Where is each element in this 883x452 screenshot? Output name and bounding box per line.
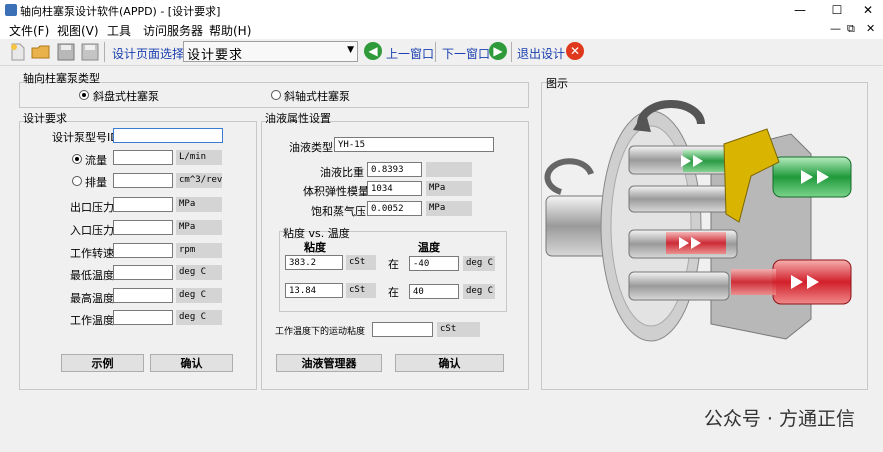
density-input[interactable]: 0.8393 [367,162,422,177]
menu-tools[interactable]: 工具 [107,22,131,39]
speed-label: 工作转速 [70,247,114,260]
title-bar: 轴向柱塞泵设计软件(APPD) - [设计要求] — ☐ ✕ [0,0,883,20]
speed-unit: rpm [176,243,222,258]
oil-panel-title: 油液属性设置 [265,112,331,125]
work-temp-input[interactable] [113,310,173,325]
maximize-button[interactable]: ☐ [822,0,852,20]
work-viscosity-label: 工作温度下的运动粘度 [275,327,366,337]
page-select-value: 设计要求 [187,48,244,63]
work-viscosity-unit: cSt [437,322,480,337]
model-id-label: 设计泵型号ID [52,131,119,144]
prev-window-button[interactable]: 上一窗口 [386,45,434,62]
save-all-icon[interactable] [80,42,100,62]
save-icon[interactable] [56,42,76,62]
viscosity-unit-2: cSt [346,283,376,298]
vapor-pressure-label: 饱和蒸气压 [311,205,366,218]
model-id-input[interactable] [113,128,223,143]
arrow-left-icon[interactable]: ◀ [364,42,382,60]
flow-unit: L/min [176,150,222,165]
max-temp-label: 最高温度 [70,292,114,305]
outlet-pressure-label: 出口压力 [70,201,114,214]
viscosity-input-2[interactable]: 13.84 [285,283,343,298]
min-temp-input[interactable] [113,265,173,280]
displacement-radio[interactable] [72,176,82,186]
menu-server[interactable]: 访问服务器 [143,22,203,39]
close-button[interactable]: ✕ [853,0,883,20]
inlet-pressure-label: 入口压力 [70,224,114,237]
viscosity-unit-1: cSt [346,255,376,270]
temperature-unit-1: deg C [463,256,495,271]
density-unit [426,162,472,177]
minimize-button[interactable]: — [785,0,815,20]
min-temp-unit: deg C [176,265,222,280]
flow-label: 流量 [85,154,107,167]
menu-help[interactable]: 帮助(H) [209,22,251,39]
example-button[interactable]: 示例 [61,354,144,372]
displacement-unit: cm^3/rev [176,173,222,188]
menu-view[interactable]: 视图(V) [57,22,99,39]
outlet-pressure-unit: MPa [176,197,222,212]
mdi-minimize-button[interactable]: — [830,22,841,35]
outlet-pressure-input[interactable] [113,197,173,212]
viscosity-input-1[interactable]: 383.2 [285,255,343,270]
work-temp-label: 工作温度 [70,314,114,327]
bulk-modulus-unit: MPa [426,181,472,196]
displacement-input[interactable] [113,173,173,188]
min-temp-label: 最低温度 [70,269,114,282]
chevron-down-icon: ▼ [347,45,354,55]
inlet-pressure-input[interactable] [113,220,173,235]
swashplate-label: 斜盘式柱塞泵 [93,90,159,103]
design-confirm-button[interactable]: 确认 [150,354,233,372]
bulk-modulus-input[interactable]: 1034 [367,181,422,196]
new-file-icon[interactable] [8,42,28,62]
menu-bar [0,20,883,39]
temperature-unit-2: deg C [463,284,495,299]
toolbar-separator [435,42,436,62]
work-viscosity-input[interactable] [372,322,433,337]
inlet-pressure-unit: MPa [176,220,222,235]
oil-manager-button[interactable]: 油液管理器 [276,354,382,372]
arrow-right-icon[interactable]: ▶ [489,42,507,60]
menu-file[interactable]: 文件(F) [9,22,49,39]
speed-input[interactable] [113,243,173,258]
mdi-close-button[interactable]: ✕ [866,22,875,35]
density-label: 油液比重 [320,166,364,179]
oil-type-label: 油液类型 [289,141,333,154]
viscosity-header: 粘度 [304,241,326,254]
oil-confirm-button[interactable]: 确认 [395,354,504,372]
at-label-1: 在 [388,258,399,271]
bent-axis-label: 斜轴式柱塞泵 [284,90,350,103]
swashplate-radio[interactable] [79,90,89,100]
work-temp-unit: deg C [176,310,222,325]
exit-x-icon[interactable]: ✕ [566,42,584,60]
bulk-modulus-label: 体积弹性模量 [303,185,369,198]
at-label-2: 在 [388,286,399,299]
pump-type-title: 轴向柱塞泵类型 [23,72,100,85]
window-title: 轴向柱塞泵设计软件(APPD) - [设计要求] [20,5,221,18]
max-temp-unit: deg C [176,288,222,303]
bent-axis-radio[interactable] [271,90,281,100]
toolbar-separator [104,42,105,62]
design-req-title: 设计要求 [23,112,67,125]
page-select-label: 设计页面选择 [112,47,185,61]
oil-type-input[interactable]: YH-15 [334,137,494,152]
vapor-pressure-unit: MPa [426,201,472,216]
temperature-input-1[interactable]: -40 [409,256,459,271]
flow-input[interactable] [113,150,173,165]
mdi-restore-button[interactable]: ⧉ [847,22,855,36]
open-folder-icon[interactable] [31,42,51,62]
watermark: 公众号 · 方通正信 [703,408,855,430]
flow-radio[interactable] [72,154,82,164]
displacement-label: 排量 [85,176,107,189]
next-window-button[interactable]: 下一窗口 [442,45,490,62]
page-select-dropdown[interactable]: 设计要求 ▼ [183,41,358,63]
app-icon [5,4,17,16]
max-temp-input[interactable] [113,288,173,303]
toolbar-separator [511,42,512,62]
vapor-pressure-input[interactable]: 0.0052 [367,201,422,216]
temperature-input-2[interactable]: 40 [409,284,459,299]
exit-design-button[interactable]: 退出设计 [517,45,565,62]
temperature-header: 温度 [418,241,440,254]
axial-piston-pump-illustration [544,100,852,342]
